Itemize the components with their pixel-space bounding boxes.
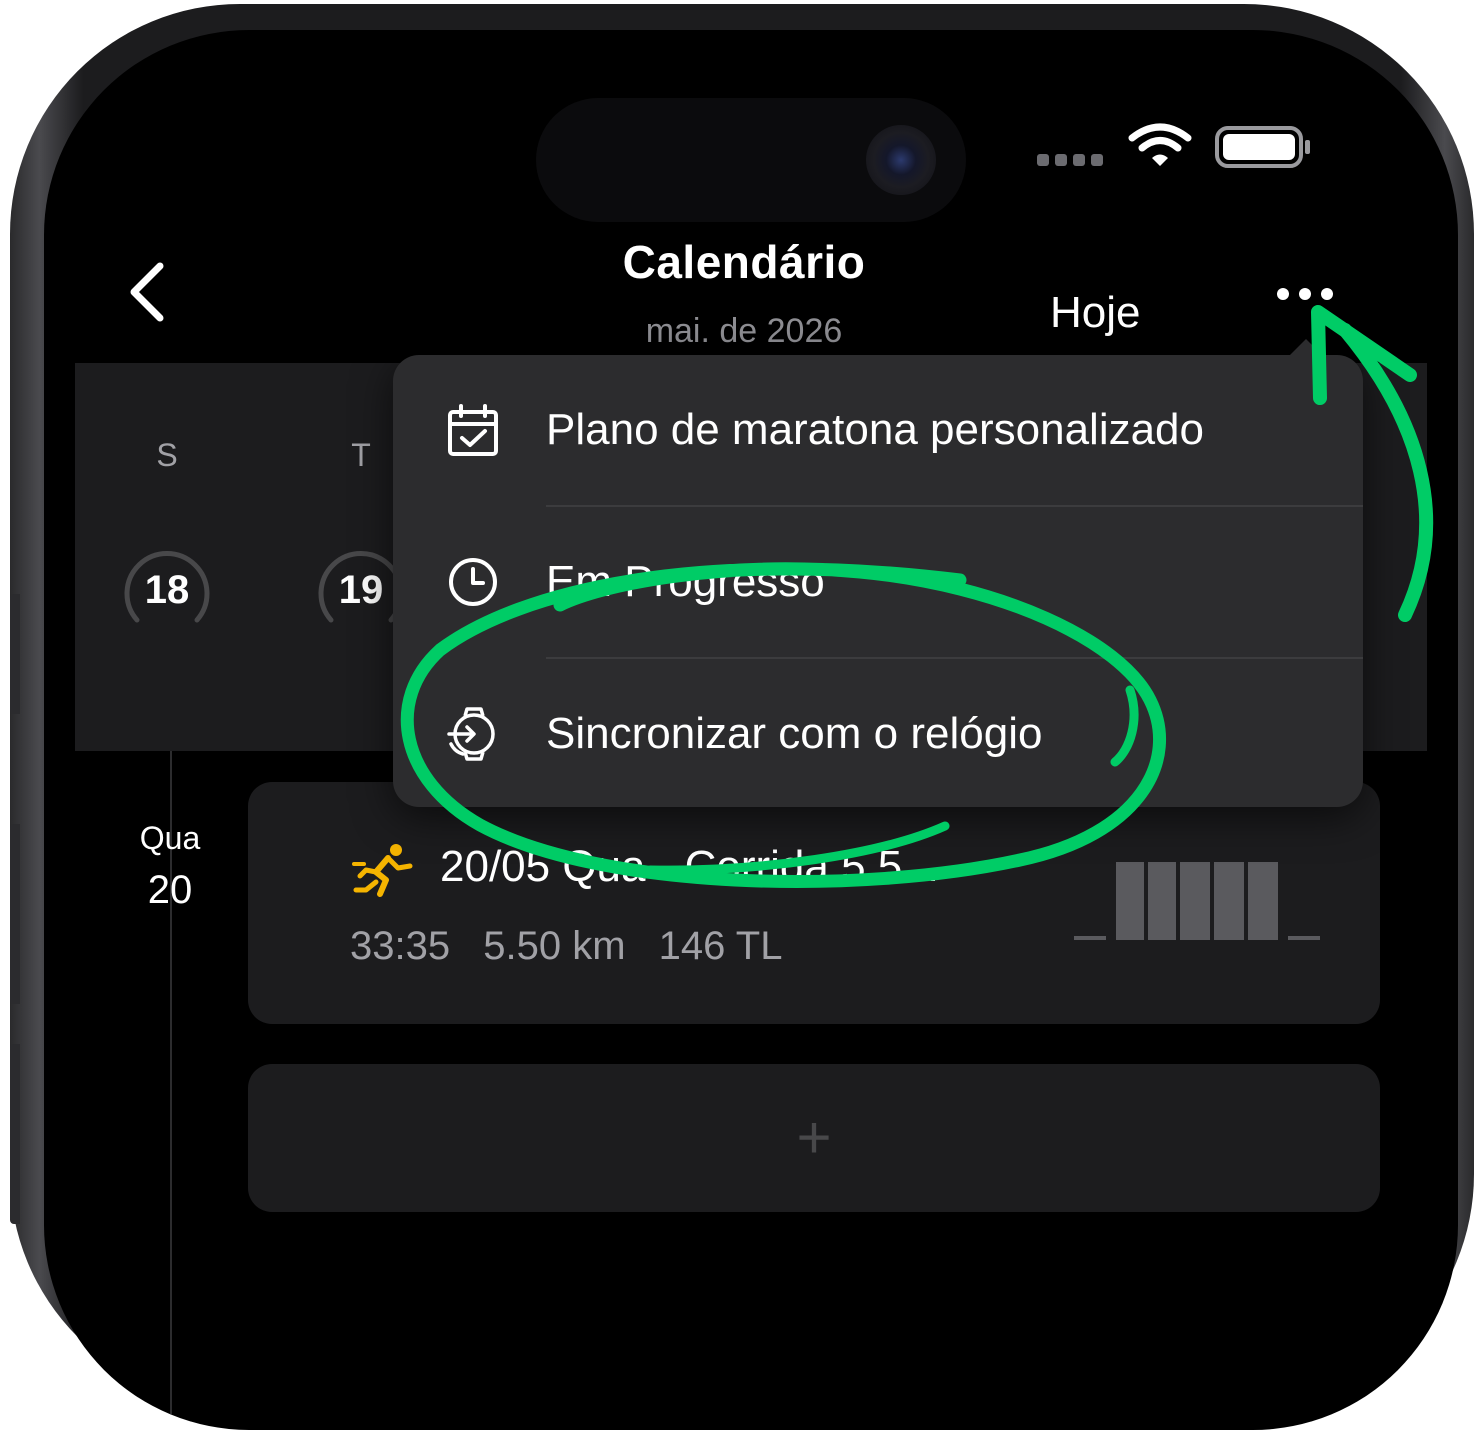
activity-duration: 33:35 <box>350 924 451 968</box>
volume-up-button <box>10 824 20 1004</box>
menu-item-sync-watch[interactable]: Sincronizar com o relógio <box>393 659 1363 809</box>
phone-screen: Calendário mai. de 2026 Hoje S T 18 19 Q… <box>44 30 1458 1430</box>
add-workout-button[interactable]: + <box>248 1064 1380 1212</box>
phone-frame: Calendário mai. de 2026 Hoje S T 18 19 Q… <box>10 4 1474 1430</box>
menu-item-in-progress[interactable]: Em Progresso <box>393 507 1363 657</box>
wifi-icon <box>1128 123 1192 166</box>
front-camera <box>866 125 936 195</box>
chevron-left-icon[interactable] <box>126 260 166 324</box>
activity-card[interactable]: 20/05 Qua - Corrida 5.5... 33:35 5.50 km… <box>248 782 1380 1024</box>
timeline-day: 20 <box>147 868 193 912</box>
activity-stats: 33:35 5.50 km 146 TL <box>350 924 804 969</box>
menu-item-label: Em Progresso <box>546 557 825 606</box>
activity-distance: 5.50 km <box>483 924 626 968</box>
watch-sync-icon <box>447 707 495 761</box>
activity-title: 20/05 Qua - Corrida 5.5... <box>440 842 939 891</box>
menu-item-marathon-plan[interactable]: Plano de maratona personalizado <box>393 355 1363 505</box>
day-cell-18[interactable]: 18 <box>119 542 215 638</box>
day-number: 18 <box>144 568 190 612</box>
options-menu: Plano de maratona personalizado Em Progr… <box>393 339 1363 809</box>
action-button <box>10 594 20 714</box>
weekday-label: T <box>351 437 371 473</box>
volume-down-button <box>10 1044 20 1224</box>
calendar-check-icon <box>448 404 498 456</box>
battery-icon <box>1215 126 1310 168</box>
menu-item-label: Plano de maratona personalizado <box>546 405 1205 454</box>
cellular-signal-icon <box>1037 154 1103 166</box>
dynamic-island <box>536 98 966 222</box>
plus-icon: + <box>796 1104 832 1171</box>
running-icon <box>352 844 413 897</box>
timeline-weekday: Qua <box>139 820 201 856</box>
ellipsis-icon[interactable] <box>1270 278 1340 310</box>
workout-intensity-chart <box>1074 862 1320 940</box>
page-subtitle: mai. de 2026 <box>645 312 843 350</box>
clock-icon <box>449 558 497 606</box>
page-title: Calendário <box>622 236 866 288</box>
activity-load: 146 TL <box>658 924 783 968</box>
today-button[interactable]: Hoje <box>1050 288 1141 338</box>
weekday-label: S <box>156 437 178 473</box>
menu-item-label: Sincronizar com o relógio <box>546 709 1043 758</box>
